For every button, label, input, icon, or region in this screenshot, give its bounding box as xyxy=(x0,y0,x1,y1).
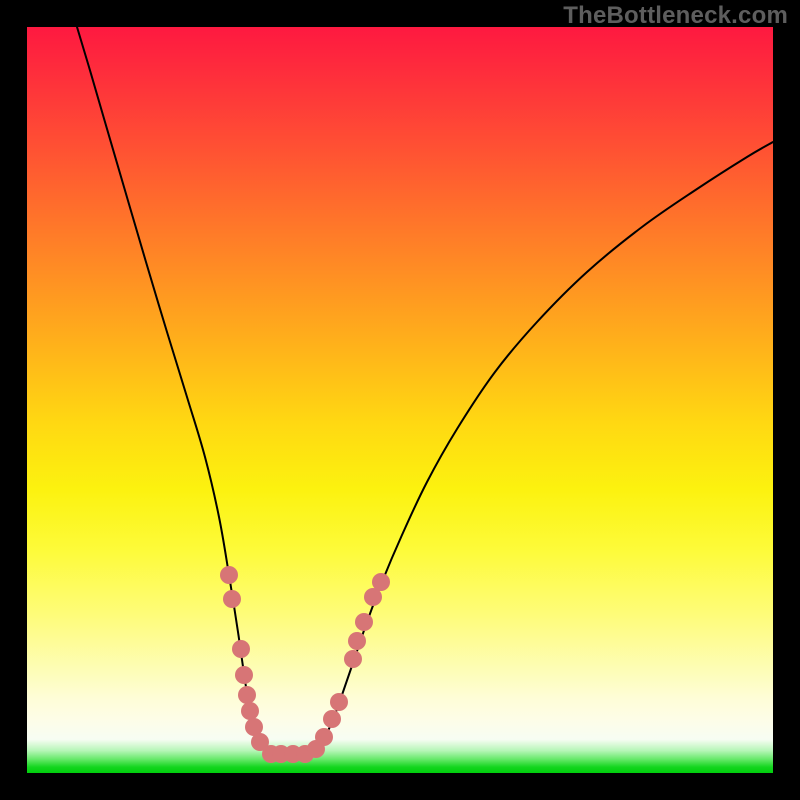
data-marker xyxy=(330,693,348,711)
data-marker xyxy=(238,686,256,704)
watermark-text: TheBottleneck.com xyxy=(563,2,788,30)
data-marker xyxy=(323,710,341,728)
data-marker xyxy=(372,573,390,591)
data-marker xyxy=(315,728,333,746)
data-marker xyxy=(241,702,259,720)
data-marker xyxy=(355,613,373,631)
data-marker xyxy=(232,640,250,658)
data-marker xyxy=(235,666,253,684)
chart-svg xyxy=(27,27,773,773)
data-marker xyxy=(220,566,238,584)
data-marker xyxy=(223,590,241,608)
marker-layer xyxy=(220,566,390,763)
plot-area xyxy=(27,27,773,773)
data-marker xyxy=(344,650,362,668)
chart-container: TheBottleneck.com xyxy=(0,0,800,800)
curve-layer xyxy=(77,27,773,755)
curve-right-curve xyxy=(309,142,773,755)
data-marker xyxy=(348,632,366,650)
